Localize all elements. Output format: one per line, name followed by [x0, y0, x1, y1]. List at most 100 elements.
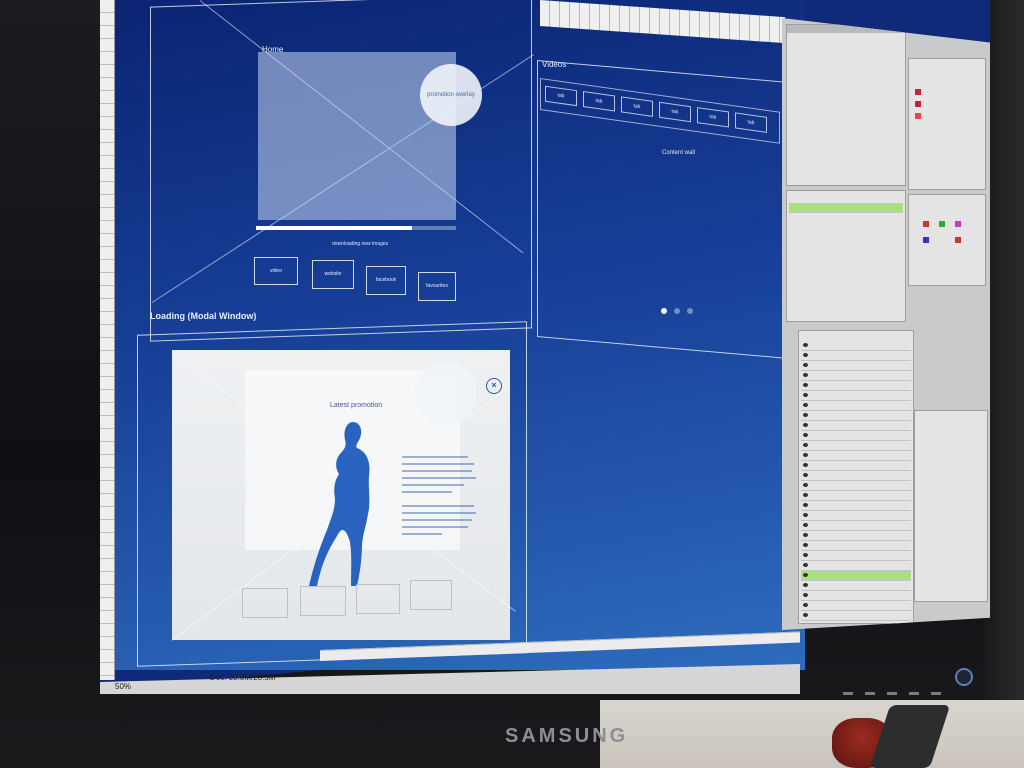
eye-icon[interactable]	[803, 503, 808, 507]
layer-row[interactable]	[801, 501, 911, 511]
modal-button[interactable]	[300, 586, 346, 616]
eye-icon[interactable]	[803, 373, 808, 377]
eye-icon[interactable]	[803, 473, 808, 477]
eye-icon[interactable]	[803, 563, 808, 567]
eye-icon[interactable]	[803, 423, 808, 427]
layer-row[interactable]	[801, 471, 911, 481]
eye-icon[interactable]	[803, 363, 808, 367]
color-swatch[interactable]	[923, 221, 929, 227]
layer-row[interactable]	[801, 561, 911, 571]
layer-row[interactable]	[801, 551, 911, 561]
tab-1[interactable]: tab	[545, 85, 577, 107]
layer-row[interactable]	[801, 571, 911, 581]
bezel-button[interactable]	[887, 692, 897, 695]
layer-row[interactable]	[801, 611, 911, 621]
eye-icon[interactable]	[803, 393, 808, 397]
layer-row[interactable]	[801, 421, 911, 431]
history-panel[interactable]	[786, 190, 906, 322]
eye-icon[interactable]	[803, 543, 808, 547]
color-swatch[interactable]	[915, 101, 921, 107]
bezel-button[interactable]	[931, 692, 941, 695]
bezel-button[interactable]	[843, 692, 853, 695]
color-panel[interactable]	[908, 58, 986, 190]
layer-row[interactable]	[801, 431, 911, 441]
eye-icon[interactable]	[803, 353, 808, 357]
zoom-level[interactable]: 50%	[115, 682, 131, 691]
color-swatch[interactable]	[955, 221, 961, 227]
layer-row[interactable]	[801, 361, 911, 371]
layer-row[interactable]	[801, 391, 911, 401]
facebook-button[interactable]: facebook	[366, 266, 406, 295]
layer-row[interactable]	[801, 461, 911, 471]
paragraph-line	[402, 505, 474, 507]
eye-icon[interactable]	[803, 443, 808, 447]
character-panel[interactable]	[914, 410, 988, 602]
layer-row[interactable]	[801, 591, 911, 601]
carousel-dot[interactable]	[674, 308, 680, 314]
tab-3[interactable]: tab	[621, 96, 653, 117]
layer-row[interactable]	[801, 531, 911, 541]
color-swatch[interactable]	[915, 89, 921, 95]
eye-icon[interactable]	[803, 403, 808, 407]
eye-icon[interactable]	[803, 583, 808, 587]
bezel-button[interactable]	[865, 692, 875, 695]
eye-icon[interactable]	[803, 553, 808, 557]
layer-row[interactable]	[801, 491, 911, 501]
eye-icon[interactable]	[803, 533, 808, 537]
layer-row[interactable]	[801, 511, 911, 521]
layer-row[interactable]	[801, 451, 911, 461]
eye-icon[interactable]	[803, 513, 808, 517]
eye-icon[interactable]	[803, 413, 808, 417]
color-swatch[interactable]	[955, 237, 961, 243]
promotion-circle	[415, 362, 477, 424]
eye-icon[interactable]	[803, 343, 808, 347]
eye-icon[interactable]	[803, 483, 808, 487]
eye-icon[interactable]	[803, 593, 808, 597]
eye-icon[interactable]	[803, 573, 808, 577]
carousel-dot[interactable]	[661, 308, 667, 314]
modal-button[interactable]	[242, 588, 288, 618]
tab-2[interactable]: tab	[583, 91, 615, 112]
swatches-panel[interactable]	[908, 194, 986, 286]
layer-row[interactable]	[801, 441, 911, 451]
layer-row[interactable]	[801, 351, 911, 361]
eye-icon[interactable]	[803, 613, 808, 617]
layer-row[interactable]	[801, 341, 911, 351]
brand-logo: SAMSUNG	[505, 725, 629, 747]
layer-row[interactable]	[801, 411, 911, 421]
layer-row[interactable]	[801, 601, 911, 611]
layer-row[interactable]	[801, 521, 911, 531]
eye-icon[interactable]	[803, 383, 808, 387]
color-swatch[interactable]	[915, 113, 921, 119]
vertical-ruler[interactable]	[100, 0, 115, 680]
layer-row[interactable]	[801, 581, 911, 591]
eye-icon[interactable]	[803, 523, 808, 527]
layer-row[interactable]	[801, 541, 911, 551]
layer-row[interactable]	[801, 371, 911, 381]
modal-button[interactable]	[356, 584, 400, 614]
color-swatch[interactable]	[939, 221, 945, 227]
modal-button[interactable]	[410, 580, 452, 610]
favourites-button[interactable]: favourites	[418, 272, 456, 301]
color-swatch[interactable]	[923, 237, 929, 243]
eye-icon[interactable]	[803, 463, 808, 467]
video-button[interactable]: video	[254, 257, 298, 285]
eye-icon[interactable]	[803, 433, 808, 437]
layer-row[interactable]	[801, 401, 911, 411]
eye-icon[interactable]	[803, 453, 808, 457]
layers-panel[interactable]	[798, 330, 914, 624]
layer-row[interactable]	[801, 481, 911, 491]
tab-5[interactable]: tab	[697, 107, 729, 128]
eye-icon[interactable]	[803, 603, 808, 607]
layer-row[interactable]	[801, 381, 911, 391]
navigator-panel[interactable]	[786, 24, 906, 186]
history-row[interactable]	[789, 203, 903, 213]
tab-4[interactable]: tab	[659, 101, 691, 123]
bezel-button[interactable]	[909, 692, 919, 695]
close-icon[interactable]: ×	[486, 378, 502, 394]
website-button[interactable]: website	[312, 260, 354, 289]
carousel-dot[interactable]	[687, 308, 693, 314]
eye-icon[interactable]	[803, 493, 808, 497]
tab-6[interactable]: tab	[735, 112, 767, 133]
power-button-icon[interactable]	[955, 668, 973, 686]
